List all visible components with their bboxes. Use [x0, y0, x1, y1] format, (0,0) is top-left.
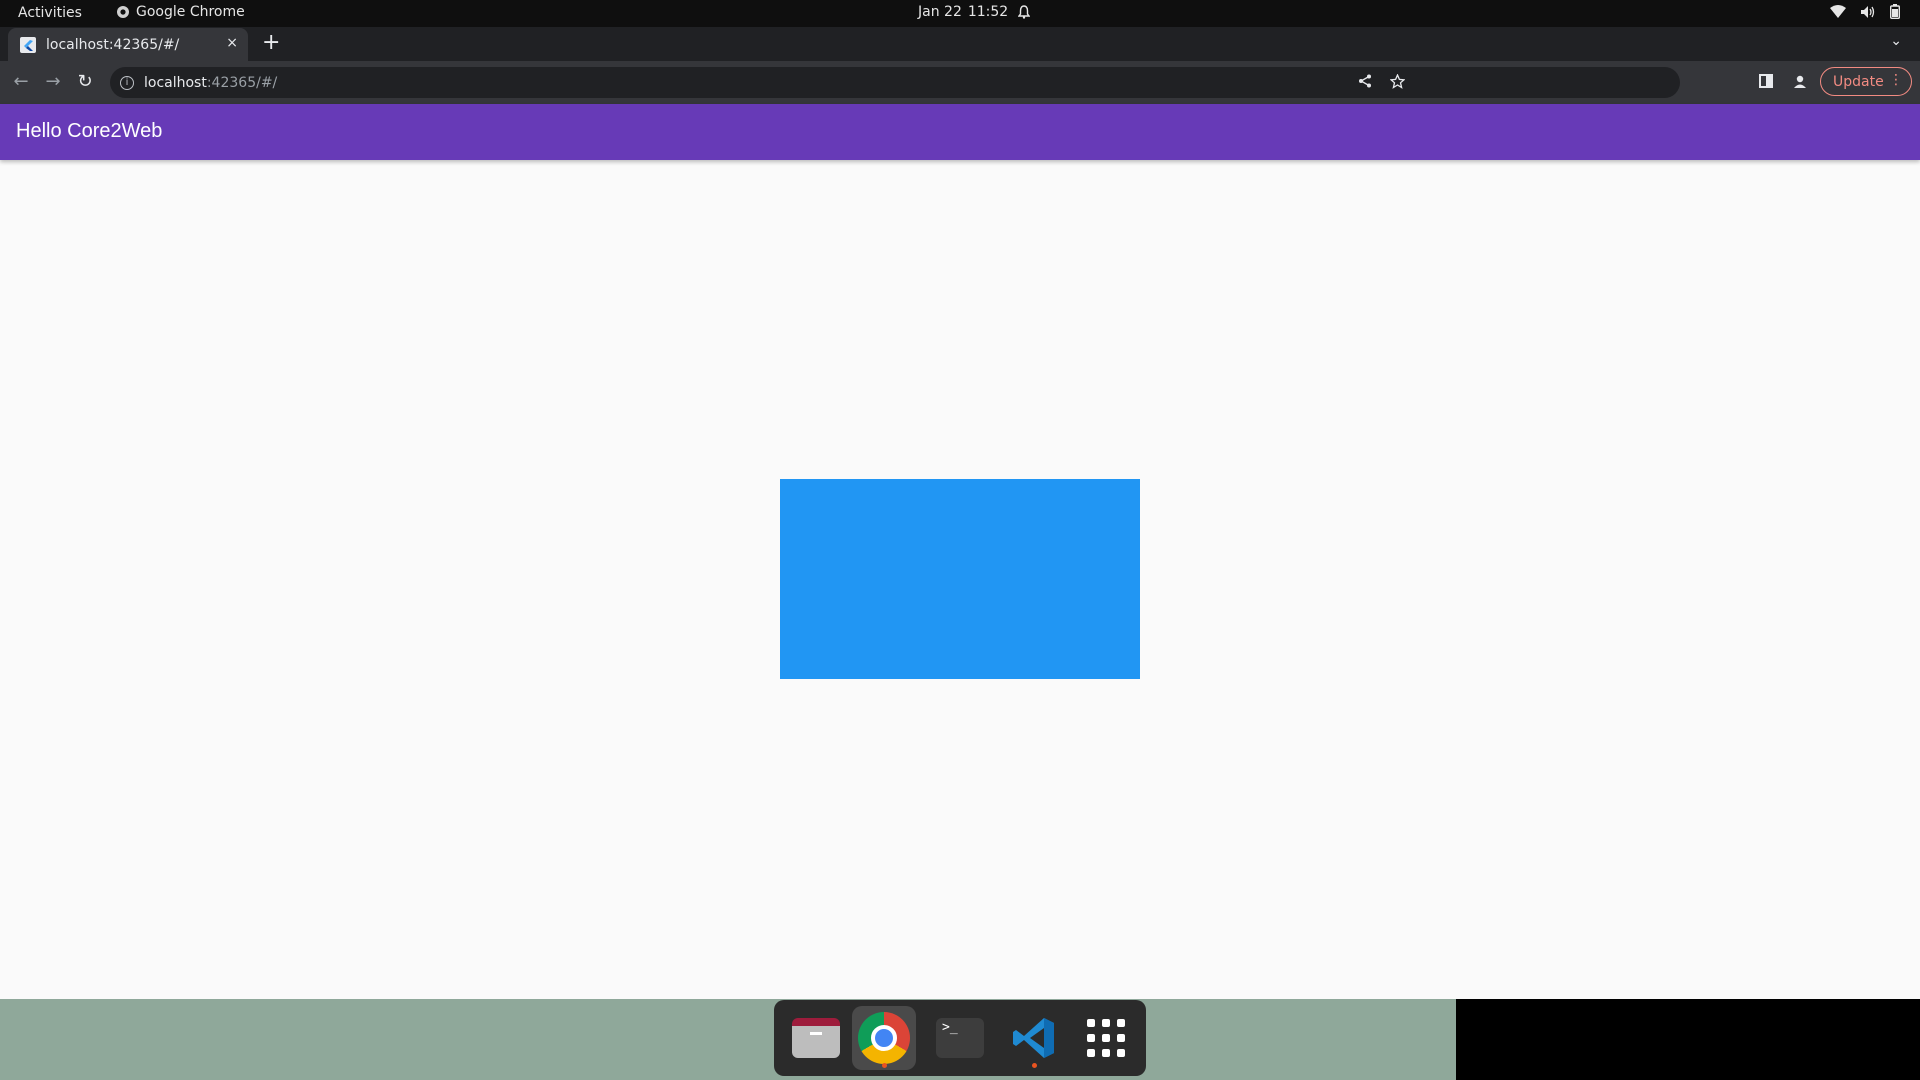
activities-button[interactable]: Activities [18, 5, 82, 21]
share-icon[interactable] [1358, 74, 1372, 88]
tab-strip: localhost:42365/#/ × + ⌄ [0, 27, 1920, 61]
system-tray[interactable] [1830, 4, 1900, 19]
new-tab-button[interactable]: + [262, 30, 280, 55]
chrome-small-icon [117, 6, 129, 18]
back-arrow-icon[interactable]: ← [10, 71, 32, 93]
show-apps-icon [1086, 1018, 1126, 1058]
browser-toolbar: ← → ↻ i localhost :42365/#/ Update ⋮ [0, 61, 1920, 104]
chrome-icon [858, 1012, 910, 1064]
terminal-icon: >_ [936, 1018, 984, 1058]
dock-terminal[interactable]: >_ [928, 1006, 992, 1070]
clock[interactable]: Jan 22 11:52 [918, 4, 1031, 20]
running-indicator [882, 1063, 887, 1068]
desktop-dark-region [1456, 999, 1920, 1080]
dock: >_ [774, 1000, 1146, 1076]
app-bar-title: Hello Core2Web [16, 120, 163, 142]
update-button[interactable]: Update ⋮ [1820, 67, 1912, 96]
dock-chrome[interactable] [852, 1006, 916, 1070]
app-menu-label: Google Chrome [136, 4, 245, 20]
blue-container [780, 479, 1140, 679]
files-icon [792, 1018, 840, 1058]
dock-files[interactable] [784, 1006, 848, 1070]
browser-tab[interactable]: localhost:42365/#/ × [8, 28, 248, 61]
omnibox-actions [1358, 74, 1405, 89]
clock-date: Jan 22 [918, 4, 962, 20]
forward-arrow-icon[interactable]: → [42, 71, 64, 93]
url-path: :42365/#/ [206, 74, 278, 91]
page-viewport: Hello Core2Web [0, 104, 1920, 999]
clock-time: 11:52 [967, 4, 1009, 20]
system-top-bar: Activities Google Chrome Jan 22 11:52 [0, 0, 1920, 27]
volume-icon [1861, 5, 1875, 18]
address-bar[interactable]: i localhost :42365/#/ [110, 67, 1680, 98]
dock-show-apps[interactable] [1074, 1006, 1138, 1070]
url-host: localhost [144, 74, 207, 91]
app-bar: Hello Core2Web [0, 104, 1920, 160]
profile-icon[interactable] [1793, 75, 1807, 89]
tab-title: localhost:42365/#/ [46, 36, 180, 53]
update-label: Update [1833, 73, 1884, 90]
site-info-icon[interactable]: i [120, 75, 134, 90]
bookmark-star-icon[interactable] [1390, 74, 1405, 89]
tab-search-chevron-icon[interactable]: ⌄ [1890, 33, 1902, 49]
dock-vscode[interactable] [1002, 1006, 1066, 1070]
notification-bell-icon [1018, 5, 1031, 19]
reload-icon[interactable]: ↻ [74, 71, 96, 93]
side-panel-icon[interactable] [1759, 74, 1773, 88]
app-menu[interactable]: Google Chrome [116, 4, 245, 20]
battery-icon [1890, 4, 1900, 19]
wifi-icon [1830, 5, 1846, 18]
desktop-background [0, 999, 1456, 1080]
running-indicator [1032, 1063, 1037, 1068]
flutter-favicon-icon [20, 36, 36, 53]
vscode-icon [1013, 1018, 1054, 1058]
more-vert-icon[interactable]: ⋮ [1889, 72, 1903, 88]
tab-close-icon[interactable]: × [226, 35, 238, 51]
